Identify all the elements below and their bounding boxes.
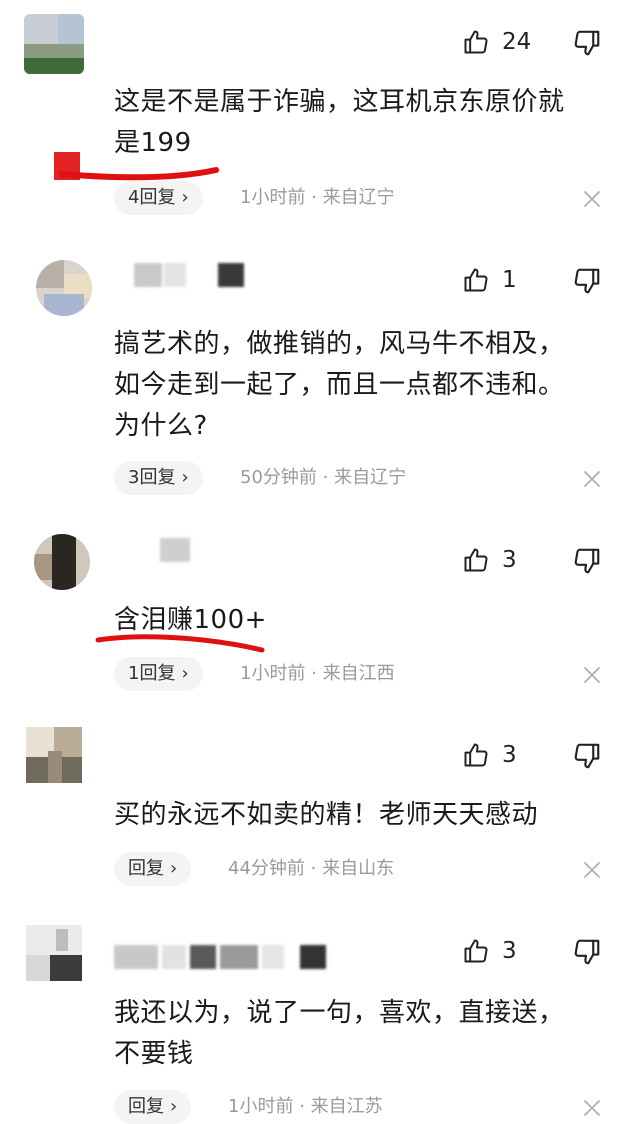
thumbs-up-icon [464, 743, 488, 767]
like-count: 24 [502, 29, 532, 55]
close-icon[interactable] [580, 467, 604, 491]
reply-label: 回复 [128, 1096, 164, 1117]
timestamp: 50分钟前 [240, 467, 317, 488]
meta-separator: · [311, 663, 317, 684]
chevron-right-icon: › [170, 1096, 178, 1117]
chevron-right-icon: › [181, 187, 189, 208]
comment-meta: 1小时前 · 来自辽宁 [240, 181, 395, 215]
comment-line: 含泪赚100+ [114, 605, 267, 635]
reply-button[interactable]: 1回复 › [114, 657, 203, 691]
avatar[interactable] [26, 925, 82, 981]
timestamp: 1小时前 [228, 1096, 294, 1117]
reply-button[interactable]: 4回复 › [114, 181, 203, 215]
close-icon[interactable] [580, 1096, 604, 1120]
comment-line: 是199 [114, 128, 192, 158]
thumbs-down-icon[interactable] [572, 937, 602, 967]
comment-line: 我还以为，说了一句，喜欢，直接送， [114, 998, 565, 1028]
timestamp: 1小时前 [240, 187, 306, 208]
comment-text: 这是不是属于诈骗，这耳机京东原价就 是199 [114, 82, 614, 164]
like-count: 3 [502, 938, 517, 964]
thumbs-down-icon[interactable] [572, 266, 602, 296]
thumbs-down-icon[interactable] [572, 546, 602, 576]
comment-meta: 1小时前 · 来自江苏 [228, 1090, 383, 1124]
thumbs-up-icon [464, 268, 488, 292]
like-button[interactable]: 3 [462, 931, 517, 971]
comment-item: 3 含泪赚100+ 1回复 › 1小时前 · 来自江西 [0, 520, 640, 715]
thumbs-up-icon [464, 30, 488, 54]
avatar[interactable] [34, 534, 90, 590]
meta-separator: · [322, 467, 329, 488]
comment-item: 24 这是不是属于诈骗，这耳机京东原价就 是199 4回复 › 1小时前 · 来自… [0, 0, 640, 230]
meta-separator: · [299, 1096, 305, 1117]
avatar[interactable] [36, 260, 92, 316]
comment-item: 3 我还以为，说了一句，喜欢，直接送， 不要钱 回复 › 1小时前 · 来自江苏 [0, 915, 640, 1124]
comment-line: 为什么? [114, 411, 208, 441]
thumbs-up-icon [464, 548, 488, 572]
comment-text: 我还以为，说了一句，喜欢，直接送， 不要钱 [114, 993, 614, 1075]
like-count: 1 [502, 267, 517, 293]
avatar[interactable] [24, 14, 84, 74]
reply-button[interactable]: 回复 › [114, 852, 192, 886]
thumbs-up-icon [464, 939, 488, 963]
location: 来自辽宁 [322, 187, 395, 208]
comment-meta: 1小时前 · 来自江西 [240, 657, 395, 691]
avatar[interactable] [26, 727, 82, 783]
like-button[interactable]: 1 [462, 260, 517, 300]
reply-label: 回复 [128, 858, 164, 879]
comment-line: 不要钱 [114, 1039, 194, 1069]
thumbs-down-icon[interactable] [572, 28, 602, 58]
comment-meta: 44分钟前 · 来自山东 [228, 852, 394, 886]
comment-line: 这是不是属于诈骗，这耳机京东原价就 [114, 87, 565, 117]
close-icon[interactable] [580, 858, 604, 882]
username-blurred [114, 945, 330, 969]
username-blurred [134, 263, 250, 287]
comment-line: 搞艺术的，做推销的，风马牛不相及， [114, 329, 565, 359]
location: 来自辽宁 [334, 467, 407, 488]
close-icon[interactable] [580, 663, 604, 687]
comment-item: 1 搞艺术的，做推销的，风马牛不相及， 如今走到一起了，而且一点都不违和。 为什… [0, 230, 640, 520]
reply-label: 1回复 [128, 663, 176, 684]
meta-separator: · [311, 187, 317, 208]
reply-button[interactable]: 回复 › [114, 1090, 192, 1124]
comment-text: 搞艺术的，做推销的，风马牛不相及， 如今走到一起了，而且一点都不违和。 为什么? [114, 324, 614, 447]
like-button[interactable]: 24 [462, 22, 531, 62]
location: 来自山东 [322, 858, 395, 879]
comment-text: 含泪赚100+ [114, 600, 614, 641]
username-blurred [160, 538, 194, 562]
comment-line: 如今走到一起了，而且一点都不违和。 [114, 370, 565, 400]
comment-item: 3 买的永远不如卖的精！老师天天感动 回复 › 44分钟前 · 来自山东 [0, 715, 640, 915]
chevron-right-icon: › [181, 663, 189, 684]
like-count: 3 [502, 547, 517, 573]
timestamp: 1小时前 [240, 663, 306, 684]
meta-separator: · [310, 858, 317, 879]
like-count: 3 [502, 742, 517, 768]
comment-line: 买的永远不如卖的精！老师天天感动 [114, 800, 539, 830]
reply-label: 4回复 [128, 187, 176, 208]
thumbs-down-icon[interactable] [572, 741, 602, 771]
chevron-right-icon: › [181, 467, 189, 488]
comment-meta: 50分钟前 · 来自辽宁 [240, 461, 406, 495]
reply-label: 3回复 [128, 467, 176, 488]
like-button[interactable]: 3 [462, 735, 517, 775]
location: 来自江西 [322, 663, 395, 684]
chevron-right-icon: › [170, 858, 178, 879]
comment-text: 买的永远不如卖的精！老师天天感动 [114, 795, 614, 836]
reply-button[interactable]: 3回复 › [114, 461, 203, 495]
close-icon[interactable] [580, 187, 604, 211]
location: 来自江苏 [310, 1096, 383, 1117]
like-button[interactable]: 3 [462, 540, 517, 580]
timestamp: 44分钟前 [228, 858, 305, 879]
